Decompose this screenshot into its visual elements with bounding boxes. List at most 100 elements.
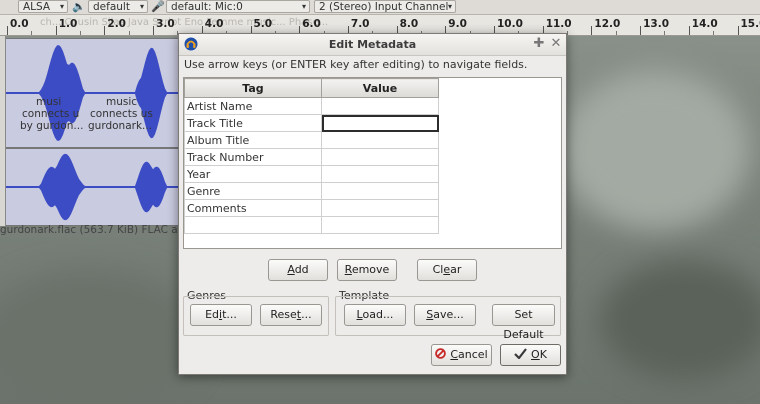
ruler-minor-tick bbox=[615, 31, 617, 35]
value-cell[interactable] bbox=[321, 216, 439, 234]
ruler-minor-tick bbox=[664, 31, 666, 35]
ruler-minor-tick bbox=[128, 31, 130, 35]
value-cell[interactable] bbox=[321, 165, 439, 183]
metadata-grid[interactable]: Tag Value Artist Name Track Title Album Ti… bbox=[183, 77, 562, 249]
ruler-tick-label: 3.0 bbox=[156, 18, 175, 30]
reset-genres-button[interactable]: Reset... bbox=[260, 304, 322, 326]
metadata-row[interactable]: Artist Name bbox=[184, 97, 439, 115]
input-device-value: default: Mic:0 bbox=[171, 1, 243, 13]
metadata-row[interactable]: Album Title bbox=[184, 131, 439, 149]
tag-cell[interactable] bbox=[184, 216, 322, 234]
desktop-blur bbox=[560, 70, 750, 230]
tag-cell[interactable]: Album Title bbox=[184, 131, 322, 149]
ruler-tick-label: 4.0 bbox=[204, 18, 224, 30]
device-toolbar: ALSA ▾ 🔈 default ▾ 🎤 default: Mic:0 ▾ 2 (St… bbox=[0, 0, 760, 15]
cancel-label-rest: ancel bbox=[458, 348, 488, 361]
ruler-tick-label: 1.0 bbox=[58, 18, 78, 30]
value-column-header[interactable]: Value bbox=[321, 78, 439, 98]
clear-button[interactable]: Clear bbox=[417, 259, 477, 281]
ruler-tick-mark bbox=[737, 26, 739, 35]
ruler-tick-mark bbox=[7, 26, 8, 35]
output-device-select[interactable]: default ▾ bbox=[88, 0, 148, 13]
value-cell[interactable] bbox=[321, 131, 439, 149]
save-template-button[interactable]: Save... bbox=[414, 304, 476, 326]
speaker-icon: 🔈 bbox=[72, 0, 86, 13]
edit-genres-button[interactable]: Edit... bbox=[190, 304, 252, 326]
ruler-tick-mark bbox=[591, 26, 593, 35]
ruler-tick-label: 14.0 bbox=[691, 18, 718, 30]
ruler-tick-label: 9.0 bbox=[448, 18, 467, 30]
value-cell[interactable] bbox=[321, 148, 439, 166]
tag-cell[interactable]: Artist Name bbox=[184, 97, 322, 115]
value-cell[interactable] bbox=[321, 97, 439, 115]
dock-label: connects u bbox=[22, 108, 80, 120]
add-label-rest: dd bbox=[294, 263, 309, 276]
ruler-faint-text: ch... Cousin Silas Java Script Eno Femme… bbox=[40, 17, 329, 28]
add-button[interactable]: Add bbox=[268, 259, 328, 281]
dialog-titlebar[interactable]: Edit Metadata ✚ ✕ bbox=[179, 34, 566, 56]
no-entry-icon bbox=[435, 348, 447, 359]
instruction-text: Use arrow keys (or ENTER key after editi… bbox=[184, 58, 528, 71]
cancel-button[interactable]: Cancel bbox=[431, 344, 492, 366]
dock-label: by gurdon... bbox=[20, 120, 84, 132]
dock-label: musi bbox=[36, 96, 62, 108]
ruler-tick-label: 11.0 bbox=[545, 18, 572, 30]
desktop-blur bbox=[0, 270, 200, 404]
tag-cell[interactable]: Track Title bbox=[184, 114, 322, 132]
output-device-value: default bbox=[93, 1, 130, 13]
add-mnemonic: A bbox=[287, 263, 295, 276]
tag-cell[interactable]: Year bbox=[184, 165, 322, 183]
ok-button[interactable]: OK bbox=[500, 344, 561, 366]
set-default-button[interactable]: Set Default bbox=[492, 304, 555, 341]
value-cell[interactable] bbox=[321, 199, 439, 217]
clear-label-rest: ar bbox=[450, 263, 462, 276]
microphone-icon: 🎤 bbox=[151, 0, 165, 13]
remove-button[interactable]: Remove bbox=[337, 259, 397, 281]
input-channels-value: 2 (Stereo) Input Channel bbox=[319, 1, 449, 13]
ruler-tick-label: 5.0 bbox=[253, 18, 273, 30]
tag-cell[interactable]: Comments bbox=[184, 199, 322, 217]
dock-label: gurdonark... bbox=[88, 120, 153, 132]
remove-label-rest: emove bbox=[351, 263, 390, 276]
close-icon[interactable]: ✕ bbox=[549, 37, 563, 51]
edit-metadata-dialog: Edit Metadata ✚ ✕ Use arrow keys (or ENT… bbox=[178, 33, 567, 375]
load-label-rest: oad... bbox=[362, 308, 394, 321]
dock-label: connects us bbox=[90, 108, 153, 120]
ruler-tick-mark bbox=[640, 26, 642, 35]
check-icon bbox=[514, 348, 527, 359]
input-channels-select[interactable]: 2 (Stereo) Input Channel ▾ bbox=[314, 0, 456, 13]
tag-cell[interactable]: Genre bbox=[184, 182, 322, 200]
ruler-tick-label: 6.0 bbox=[302, 18, 321, 30]
ruler-minor-tick bbox=[567, 31, 569, 35]
track-status-line: gurdonark.flac (563.7 KiB) FLAC aud... bbox=[0, 224, 202, 236]
edit-label-rest: t... bbox=[222, 308, 237, 321]
input-device-select[interactable]: default: Mic:0 ▾ bbox=[166, 0, 310, 13]
ruler-tick-mark bbox=[688, 26, 690, 35]
metadata-row[interactable]: Track Number bbox=[184, 148, 439, 166]
cancel-mnemonic: C bbox=[450, 348, 459, 361]
ruler-minor-tick bbox=[713, 31, 715, 35]
metadata-row[interactable]: Year bbox=[184, 165, 439, 183]
value-cell-selected[interactable] bbox=[321, 114, 439, 132]
audio-host-value: ALSA bbox=[23, 1, 51, 13]
metadata-row[interactable]: Track Title bbox=[184, 114, 439, 132]
ruler-tick-label: 15.0 bbox=[740, 18, 760, 30]
tag-cell[interactable]: Track Number bbox=[184, 148, 322, 166]
clear-label-pre: Cl bbox=[432, 263, 444, 276]
dock-label: music bbox=[106, 96, 138, 108]
ok-label-rest: K bbox=[539, 348, 547, 361]
load-template-button[interactable]: Load... bbox=[344, 304, 406, 326]
ruler-tick-mark bbox=[153, 26, 155, 35]
value-cell[interactable] bbox=[321, 182, 439, 200]
plus-icon[interactable]: ✚ bbox=[532, 37, 546, 51]
metadata-row[interactable]: Comments bbox=[184, 199, 439, 217]
track-left-edge bbox=[0, 36, 6, 226]
reset-label-pre: Rese bbox=[270, 308, 297, 321]
audio-track-right-channel[interactable] bbox=[4, 148, 182, 226]
tag-column-header[interactable]: Tag bbox=[184, 78, 322, 98]
ruler-tick-label: 0.0 bbox=[10, 18, 29, 30]
metadata-row[interactable]: Genre bbox=[184, 182, 439, 200]
metadata-row[interactable] bbox=[184, 216, 439, 234]
audio-host-select[interactable]: ALSA ▾ bbox=[18, 0, 68, 13]
ruler-tick-label: 2.0 bbox=[107, 18, 126, 30]
